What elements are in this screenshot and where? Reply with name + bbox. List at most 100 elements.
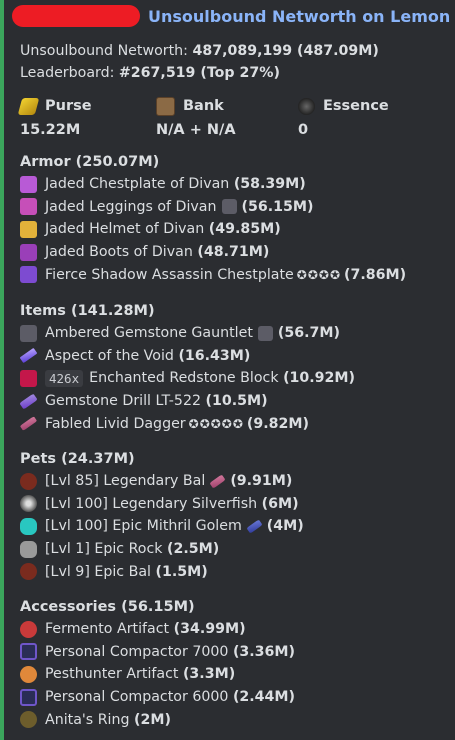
item-value: (3.36M) [232, 643, 296, 660]
list-item: [Lvl 100] Legendary Silverfish (6M) [20, 493, 450, 516]
essence-label: Essence [323, 98, 389, 114]
item-value: (49.85M) [208, 221, 281, 238]
list-item: Fierce Shadow Assassin Chestplate ✪✪✪✪ (7.… [20, 263, 450, 286]
item-name: Ambered Gemstone Gauntlet [45, 325, 253, 342]
list-item: Personal Compactor 7000 (3.36M) [20, 641, 450, 664]
redacted-author [12, 5, 140, 27]
leaderboard-line: Leaderboard: #267,519 (Top 27%) [20, 62, 379, 84]
item-value: (10.5M) [205, 393, 268, 410]
gemstone-icon [221, 199, 237, 215]
stats-row: Purse 15.22M Bank N/A + N/A Essence 0 [17, 95, 450, 145]
item-name: Jaded Leggings of Divan [45, 198, 217, 215]
leaderboard-label: Leaderboard: [20, 65, 115, 81]
networth-value: 487,089,199 (487.09M) [192, 43, 379, 59]
accessories-section: Accessories (56.15M) Fermento Artifact (… [20, 596, 450, 731]
compactor-icon [20, 643, 37, 661]
item-value: (34.99M) [173, 621, 246, 638]
list-item: Personal Compactor 6000 (2.44M) [20, 686, 450, 709]
item-name: [Lvl 9] Epic Bal [45, 563, 151, 580]
items-section: Items (141.28M) Ambered Gemstone Gauntle… [19, 300, 450, 435]
item-name: Jaded Helmet of Divan [45, 221, 205, 238]
compactor-icon [20, 688, 37, 706]
item-value: (56.7M) [277, 325, 340, 342]
essence-orb-icon [298, 97, 315, 115]
bal-pet-icon [20, 563, 37, 581]
ring-icon [20, 711, 37, 729]
item-name: [Lvl 100] Legendary Silverfish [45, 495, 258, 512]
item-value: (4M) [266, 518, 304, 535]
pickaxe-icon [246, 519, 263, 534]
item-value: (9.91M) [230, 473, 293, 490]
list-item: 426x Enchanted Redstone Block (10.92M) [20, 367, 450, 390]
list-item: [Lvl 85] Legendary Bal (9.91M) [20, 470, 450, 493]
bank-label: Bank [183, 98, 224, 114]
item-value: (1.5M) [155, 563, 208, 580]
item-value: (6M) [261, 495, 299, 512]
item-name: Fermento Artifact [45, 621, 170, 638]
fermento-icon [20, 620, 37, 638]
item-name: Anita's Ring [45, 711, 130, 728]
item-name: Pesthunter Artifact [45, 666, 179, 683]
item-value: (7.86M) [344, 266, 407, 283]
item-value: (58.39M) [233, 176, 306, 193]
dagger-icon [19, 416, 38, 431]
golem-pet-icon [20, 517, 37, 535]
item-name: Fabled Livid Dagger [45, 415, 186, 432]
pet-item-icon [209, 474, 226, 489]
list-item: Jaded Chestplate of Divan (58.39M) [20, 173, 450, 196]
leaderboard-value: #267,519 (Top 27%) [118, 65, 280, 81]
item-name: Fierce Shadow Assassin Chestplate [45, 266, 294, 283]
list-item: Anita's Ring (2M) [20, 708, 450, 731]
bank-value: N/A + N/A [156, 122, 236, 138]
item-value: (3.3M) [182, 666, 236, 683]
armor-section: Armor (250.07M) Jaded Chestplate of Diva… [20, 151, 450, 286]
essence-stat: Essence 0 [298, 95, 389, 142]
pets-title: Pets (24.37M) [20, 451, 135, 467]
drill-icon [19, 393, 38, 410]
networth-line: Unsoulbound Networth: 487,089,199 (487.0… [20, 40, 379, 62]
item-count: 426x [45, 369, 84, 387]
redstone-block-icon [20, 369, 37, 387]
item-name: Personal Compactor 6000 [45, 689, 229, 706]
leggings-icon [20, 198, 37, 216]
list-item: [Lvl 9] Epic Bal (1.5M) [20, 560, 450, 583]
chestplate-icon [20, 266, 37, 284]
list-item: Jaded Helmet of Divan (49.85M) [20, 218, 450, 241]
star-rating: ✪✪✪✪ [296, 267, 341, 282]
item-value: (16.43M) [178, 347, 251, 364]
networth-summary: Unsoulbound Networth: 487,089,199 (487.0… [20, 40, 379, 84]
purse-value: 15.22M [20, 122, 81, 138]
essence-value: 0 [298, 122, 309, 138]
embed-header: Unsoulbound Networth on Lemon [12, 3, 450, 29]
purse-stat: Purse 15.22M [17, 95, 92, 142]
gauntlet-icon [20, 324, 37, 342]
list-item: Jaded Leggings of Divan (56.15M) [20, 196, 450, 219]
item-name: [Lvl 85] Legendary Bal [45, 473, 206, 490]
gold-ingot-icon [17, 97, 40, 115]
item-value: (2.44M) [232, 689, 296, 706]
rock-pet-icon [20, 540, 37, 558]
item-name: Jaded Chestplate of Divan [45, 176, 230, 193]
list-item: Aspect of the Void (16.43M) [19, 345, 450, 368]
networth-embed: Unsoulbound Networth on Lemon Unsoulboun… [0, 0, 455, 740]
item-value: (2M) [134, 711, 171, 728]
embed-title[interactable]: Unsoulbound Networth on Lemon [148, 7, 450, 26]
item-name: Gemstone Drill LT-522 [45, 393, 202, 410]
item-value: (2.5M) [167, 541, 220, 558]
list-item: Fabled Livid Dagger ✪✪✪✪✪ (9.82M) [19, 412, 450, 435]
list-item: Gemstone Drill LT-522 (10.5M) [19, 390, 450, 413]
item-name: [Lvl 1] Epic Rock [45, 541, 163, 558]
pesthunter-icon [20, 665, 37, 683]
item-name: Aspect of the Void [45, 347, 174, 364]
bank-stat: Bank N/A + N/A [156, 95, 236, 142]
pets-section: Pets (24.37M) [Lvl 85] Legendary Bal (9.9… [20, 448, 450, 583]
sword-icon [19, 348, 38, 364]
list-item: Jaded Boots of Divan (48.71M) [20, 241, 450, 264]
chestplate-icon [20, 175, 37, 193]
item-name: Enchanted Redstone Block [89, 370, 279, 387]
armor-title: Armor (250.07M) [20, 154, 160, 170]
items-title: Items (141.28M) [20, 303, 155, 319]
networth-label: Unsoulbound Networth: [20, 43, 188, 59]
list-item: [Lvl 100] Epic Mithril Golem (4M) [20, 515, 450, 538]
item-name: [Lvl 100] Epic Mithril Golem [45, 518, 242, 535]
